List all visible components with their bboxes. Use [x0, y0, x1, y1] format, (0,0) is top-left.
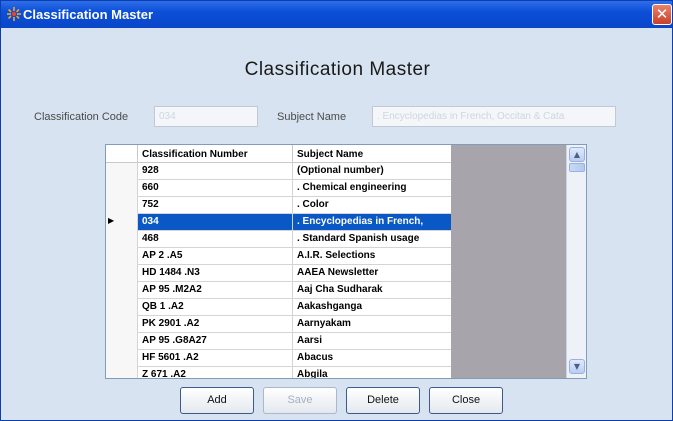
cell-subject-name[interactable]: . Color: [293, 197, 451, 214]
cell-subject-name[interactable]: . Encyclopedias in French,: [293, 214, 451, 231]
cell-classification-number[interactable]: 660: [138, 180, 293, 197]
cell-subject-name[interactable]: (Optional number): [293, 163, 451, 180]
row-selector-cell[interactable]: ▶: [106, 214, 138, 231]
vertical-scrollbar[interactable]: ▲ ▼: [566, 145, 586, 378]
table-row[interactable]: AP 2 .A5 A.I.R. Selections: [106, 248, 451, 265]
cell-classification-number[interactable]: HD 1484 .N3: [138, 265, 293, 282]
cell-subject-name[interactable]: Aakashganga: [293, 299, 451, 316]
cell-subject-name[interactable]: AAEA Newsletter: [293, 265, 451, 282]
table-row[interactable]: AP 95 .M2A2 Aaj Cha Sudharak: [106, 282, 451, 299]
row-selector-cell[interactable]: [106, 231, 138, 248]
row-selector-cell[interactable]: [106, 316, 138, 333]
scroll-down-icon[interactable]: ▼: [569, 359, 585, 374]
scrollbar-thumb[interactable]: [569, 163, 585, 172]
header-selector-cell: [106, 145, 138, 163]
cell-classification-number[interactable]: QB 1 .A2: [138, 299, 293, 316]
cell-subject-name[interactable]: Abacus: [293, 350, 451, 367]
cell-classification-number[interactable]: PK 2901 .A2: [138, 316, 293, 333]
classification-code-label: Classification Code: [34, 111, 129, 123]
cell-classification-number[interactable]: Z 671 .A2: [138, 367, 293, 378]
table-row[interactable]: 468. Standard Spanish usage: [106, 231, 451, 248]
cell-subject-name[interactable]: . Chemical engineering: [293, 180, 451, 197]
grid-header: Classification Number Subject Name: [106, 145, 451, 163]
row-selector-cell[interactable]: [106, 350, 138, 367]
cell-subject-name[interactable]: Aarsi: [293, 333, 451, 350]
cell-subject-name[interactable]: . Standard Spanish usage: [293, 231, 451, 248]
table-row[interactable]: HF 5601 .A2 Abacus: [106, 350, 451, 367]
row-selector-cell[interactable]: [106, 248, 138, 265]
table-row[interactable]: QB 1 .A2 Aakashganga: [106, 299, 451, 316]
row-selector-cell[interactable]: [106, 333, 138, 350]
add-button[interactable]: Add: [180, 387, 254, 414]
table-row[interactable]: ▶ 034. Encyclopedias in French,: [106, 214, 451, 231]
row-selector-cell[interactable]: [106, 180, 138, 197]
app-icon: [7, 7, 21, 21]
cell-classification-number[interactable]: 928: [138, 163, 293, 180]
grid-empty-area: [451, 145, 566, 378]
table-row[interactable]: 752. Color: [106, 197, 451, 214]
row-selector-cell[interactable]: [106, 197, 138, 214]
table-row[interactable]: HD 1484 .N3 AAEA Newsletter: [106, 265, 451, 282]
cell-subject-name[interactable]: Abgila: [293, 367, 451, 378]
row-selector-cell[interactable]: [106, 282, 138, 299]
save-button[interactable]: Save: [263, 387, 337, 414]
table-row[interactable]: Z 671 .A2 Abgila: [106, 367, 451, 378]
title-bar[interactable]: Classification Master ✕: [1, 1, 672, 28]
window-title: Classification Master: [23, 7, 154, 22]
column-header-subject-name[interactable]: Subject Name: [293, 145, 451, 163]
close-window-button[interactable]: ✕: [652, 4, 672, 25]
table-row[interactable]: PK 2901 .A2 Aarnyakam: [106, 316, 451, 333]
table-row[interactable]: AP 95 .G8A27 Aarsi: [106, 333, 451, 350]
cell-classification-number[interactable]: 034: [138, 214, 293, 231]
form-heading: Classification Master: [244, 59, 431, 80]
classification-master-window: Classification Master ✕ Classification M…: [0, 0, 673, 421]
column-header-classification-number[interactable]: Classification Number: [138, 145, 293, 163]
classification-grid[interactable]: Classification Number Subject Name 928 (O…: [105, 144, 587, 379]
cell-classification-number[interactable]: AP 95 .G8A27: [138, 333, 293, 350]
cell-classification-number[interactable]: AP 2 .A5: [138, 248, 293, 265]
cell-subject-name[interactable]: Aarnyakam: [293, 316, 451, 333]
current-row-arrow-icon: ▶: [108, 216, 115, 225]
close-button[interactable]: Close: [429, 387, 503, 414]
cell-classification-number[interactable]: 468: [138, 231, 293, 248]
row-selector-cell[interactable]: [106, 299, 138, 316]
scroll-up-icon[interactable]: ▲: [569, 147, 585, 162]
subject-name-input[interactable]: . Encyclopedias in French, Occitan & Cat…: [372, 106, 616, 127]
grid-rows: 928 (Optional number) 660. Chemical engine…: [106, 163, 451, 378]
delete-button[interactable]: Delete: [346, 387, 420, 414]
close-icon: ✕: [655, 5, 669, 23]
cell-classification-number[interactable]: AP 95 .M2A2: [138, 282, 293, 299]
table-row[interactable]: 660. Chemical engineering: [106, 180, 451, 197]
cell-classification-number[interactable]: 752: [138, 197, 293, 214]
cell-classification-number[interactable]: HF 5601 .A2: [138, 350, 293, 367]
classification-code-input[interactable]: 034: [154, 106, 258, 127]
row-selector-cell[interactable]: [106, 163, 138, 180]
row-selector-cell[interactable]: [106, 265, 138, 282]
subject-name-label: Subject Name: [277, 111, 347, 123]
row-selector-cell[interactable]: [106, 367, 138, 378]
table-row[interactable]: 928 (Optional number): [106, 163, 451, 180]
cell-subject-name[interactable]: A.I.R. Selections: [293, 248, 451, 265]
cell-subject-name[interactable]: Aaj Cha Sudharak: [293, 282, 451, 299]
